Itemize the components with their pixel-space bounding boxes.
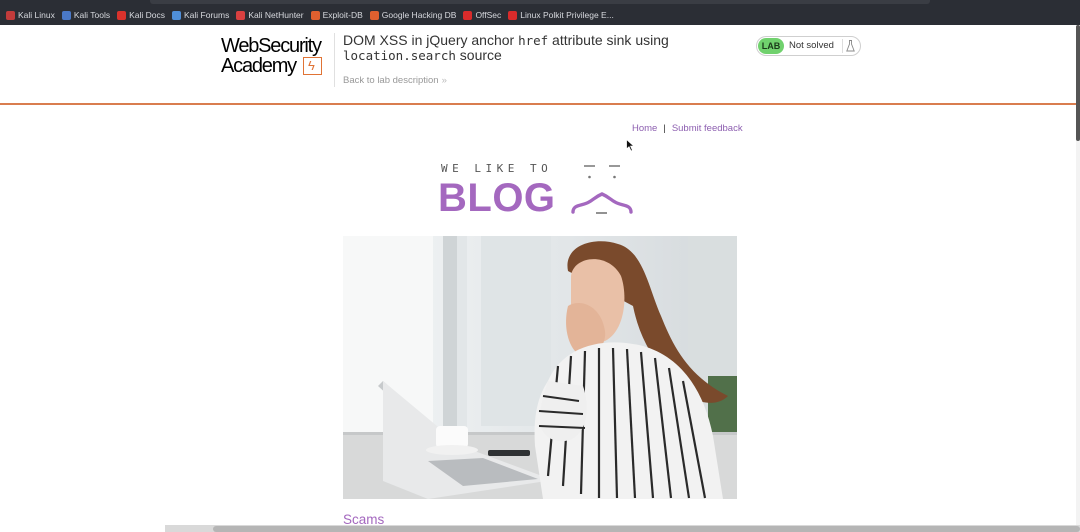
bookmark-label: OffSec bbox=[475, 10, 502, 20]
top-nav: Home | Submit feedback bbox=[632, 123, 743, 135]
header-divider bbox=[334, 33, 335, 87]
logo-line-1: WebSecurity bbox=[221, 35, 322, 57]
bookmark-item[interactable]: Kali Forums bbox=[172, 9, 229, 21]
bookmark-label: Kali Forums bbox=[184, 10, 230, 20]
lab-title-text-2: attribute sink using bbox=[548, 32, 669, 48]
bookmark-item[interactable]: OffSec bbox=[463, 9, 501, 21]
vertical-scrollbar[interactable] bbox=[1076, 25, 1080, 532]
bookmark-item[interactable]: Kali Tools bbox=[61, 9, 111, 21]
bookmark-label: Kali Docs bbox=[129, 10, 165, 20]
bookmark-item[interactable]: Kali NetHunter bbox=[236, 9, 304, 21]
bookmark-label: Linux Polkit Privilege E... bbox=[520, 10, 614, 20]
kali-dragon-icon bbox=[6, 10, 15, 20]
lab-title-text-1: DOM XSS in jQuery anchor bbox=[343, 32, 519, 48]
home-link[interactable]: Home bbox=[632, 123, 657, 134]
flask-icon bbox=[842, 39, 856, 53]
back-to-lab-link[interactable]: Back to lab description» bbox=[343, 75, 447, 86]
blog-logo: WE LIKE TO BLOG bbox=[438, 160, 643, 220]
lab-status-widget: LAB Not solved bbox=[756, 36, 861, 56]
nav-separator: | bbox=[663, 123, 666, 134]
blog-wordmark: BLOG bbox=[438, 176, 556, 220]
offsec-icon bbox=[463, 10, 473, 20]
bookmarks-bar: Kali Linux Kali Tools Kali Docs Kali Forums… bbox=[0, 0, 1080, 25]
mouse-cursor-icon bbox=[626, 139, 635, 152]
lab-title-code-1: href bbox=[518, 33, 549, 48]
ghdb-icon bbox=[369, 10, 379, 20]
kali-docs-icon bbox=[117, 10, 127, 20]
blog-tagline: WE LIKE TO bbox=[441, 162, 553, 175]
lab-status-text: Not solved bbox=[789, 40, 834, 51]
polkit-icon bbox=[508, 10, 518, 20]
bookmark-label: Kali NetHunter bbox=[248, 10, 304, 20]
blog-face-icon bbox=[571, 165, 633, 214]
back-link-label: Back to lab description bbox=[343, 75, 439, 86]
bookmark-item[interactable]: Kali Linux bbox=[6, 9, 55, 21]
submit-feedback-link[interactable]: Submit feedback bbox=[672, 123, 743, 134]
horizontal-scrollbar[interactable] bbox=[165, 525, 1080, 532]
bookmark-label: Kali Linux bbox=[18, 10, 55, 20]
horizontal-scroll-thumb[interactable] bbox=[213, 526, 1080, 532]
bookmark-label: Kali Tools bbox=[73, 10, 111, 20]
post-hero-image[interactable] bbox=[343, 236, 737, 499]
bookmark-item[interactable]: Google Hacking DB bbox=[369, 9, 457, 21]
bookmark-item[interactable]: Kali Docs bbox=[117, 9, 165, 21]
kali-tools-icon bbox=[61, 10, 71, 20]
bookmark-item[interactable]: Linux Polkit Privilege E... bbox=[508, 9, 614, 21]
logo-line-2: Academy bbox=[221, 55, 297, 77]
logo-bolt-icon: ϟ bbox=[308, 58, 315, 73]
lab-header: WebSecurity Academy ϟ DOM XSS in jQuery … bbox=[0, 25, 1080, 105]
tab-strip bbox=[150, 0, 930, 4]
bookmark-list: Kali Linux Kali Tools Kali Docs Kali Forums… bbox=[6, 9, 621, 21]
lab-badge: LAB bbox=[758, 38, 784, 54]
bookmark-item[interactable]: Exploit-DB bbox=[310, 9, 363, 21]
vertical-scroll-thumb[interactable] bbox=[1076, 25, 1080, 141]
kali-forums-icon bbox=[172, 10, 181, 20]
exploit-db-icon bbox=[310, 10, 320, 20]
chevron-right-icon: » bbox=[441, 75, 447, 86]
lab-title-code-2: location.search bbox=[343, 48, 456, 63]
lab-title-text-3: source bbox=[455, 47, 502, 63]
web-security-academy-logo[interactable]: WebSecurity Academy ϟ bbox=[221, 36, 333, 78]
bookmark-label: Exploit-DB bbox=[322, 10, 363, 20]
lab-title: DOM XSS in jQuery anchor href attribute … bbox=[343, 32, 743, 64]
nethunter-icon bbox=[236, 10, 246, 20]
bookmark-label: Google Hacking DB bbox=[381, 10, 457, 20]
